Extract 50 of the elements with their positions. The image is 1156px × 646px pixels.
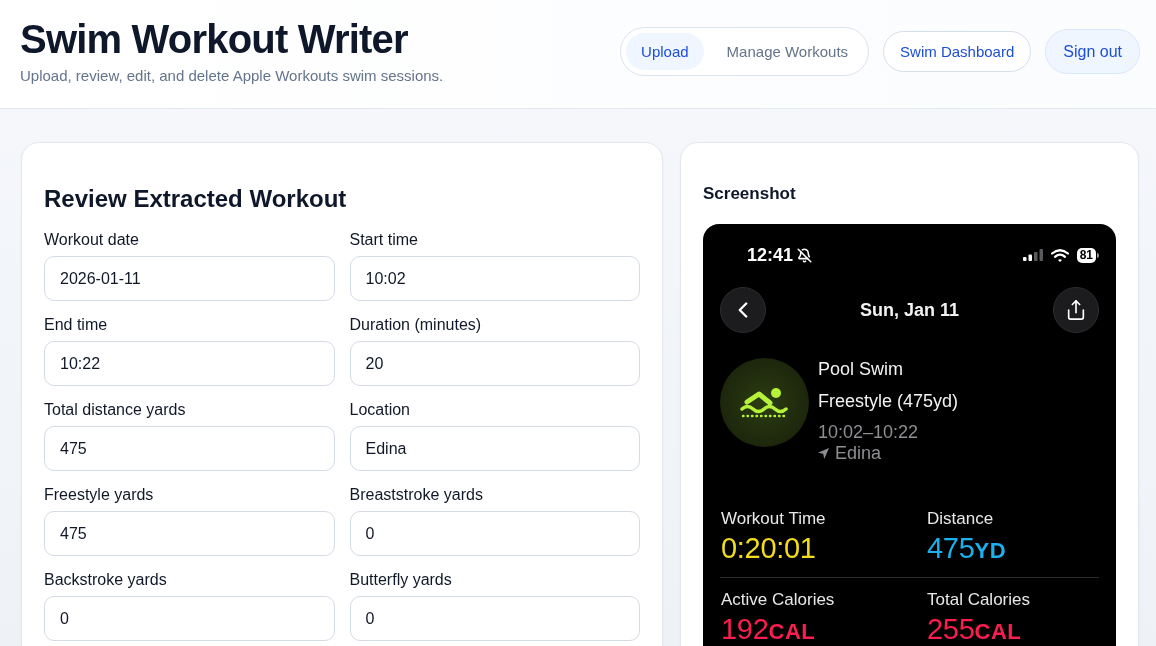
nav-tab[interactable]: Manage Workouts: [711, 33, 864, 70]
metric-value: 192CAL: [721, 613, 817, 646]
field-label: Workout date: [44, 230, 140, 250]
metric-label: Total Calories: [927, 590, 1031, 610]
location-arrow-icon: [818, 447, 829, 459]
app-title: Swim Workout Writer: [20, 16, 409, 63]
field-label: Freestyle yards: [44, 485, 155, 505]
field-label: Butterfly yards: [349, 570, 453, 590]
app-subtitle: Upload, review, edit, and delete Apple Workouts swim sessions.: [20, 66, 444, 86]
card-title: Review Extracted Workout: [44, 184, 348, 213]
bell-off-icon: [797, 247, 813, 263]
swimmer-icon: [720, 358, 809, 447]
field-label: Location: [349, 400, 411, 420]
input-field[interactable]: 475: [44, 511, 335, 556]
dashboard-button[interactable]: Swim Dashboard: [883, 31, 1032, 72]
input-field[interactable]: 10:02: [349, 256, 640, 301]
metric-value: 475YD: [927, 532, 1008, 566]
field-label: Start time: [349, 230, 419, 250]
input-field[interactable]: 475: [44, 426, 335, 471]
metric-value: 255CAL: [927, 613, 1023, 646]
signal-icon: [1022, 249, 1043, 261]
screen-title: Sun, Jan 11: [859, 299, 959, 321]
input-field[interactable]: 2026-01-11: [44, 256, 335, 301]
metric-label: Workout Time: [721, 509, 827, 529]
sign-out-button[interactable]: Sign out: [1045, 29, 1140, 74]
wifi-icon: [1050, 248, 1069, 262]
workout-detail: Freestyle (475yd): [818, 390, 959, 412]
field-label: Backstroke yards: [44, 570, 168, 590]
input-field[interactable]: Edina: [349, 426, 640, 471]
input-field[interactable]: 10:22: [44, 341, 335, 386]
workout-time-range: 10:02–10:22: [818, 421, 920, 443]
input-field[interactable]: 0: [349, 596, 640, 641]
workout-location: Edina: [835, 443, 882, 463]
field-label: End time: [44, 315, 109, 335]
share-icon: [1053, 287, 1099, 333]
input-field[interactable]: 0: [44, 596, 335, 641]
field-label: Breaststroke yards: [349, 485, 484, 505]
back-chevron-icon: [720, 287, 766, 333]
metric-label: Distance: [927, 509, 995, 529]
input-field[interactable]: 20: [349, 341, 640, 386]
workout-name: Pool Swim: [818, 358, 905, 380]
metric-label: Active Calories: [721, 590, 836, 610]
nav-tab[interactable]: Upload: [626, 33, 704, 70]
battery-indicator: 81: [1076, 247, 1099, 263]
field-label: Total distance yards: [44, 400, 187, 420]
input-field[interactable]: 0: [349, 511, 640, 556]
panel-title: Screenshot: [703, 184, 797, 204]
field-label: Duration (minutes): [349, 315, 483, 335]
status-time: 12:41: [747, 244, 794, 266]
metric-value: 0:20:01: [721, 532, 817, 564]
